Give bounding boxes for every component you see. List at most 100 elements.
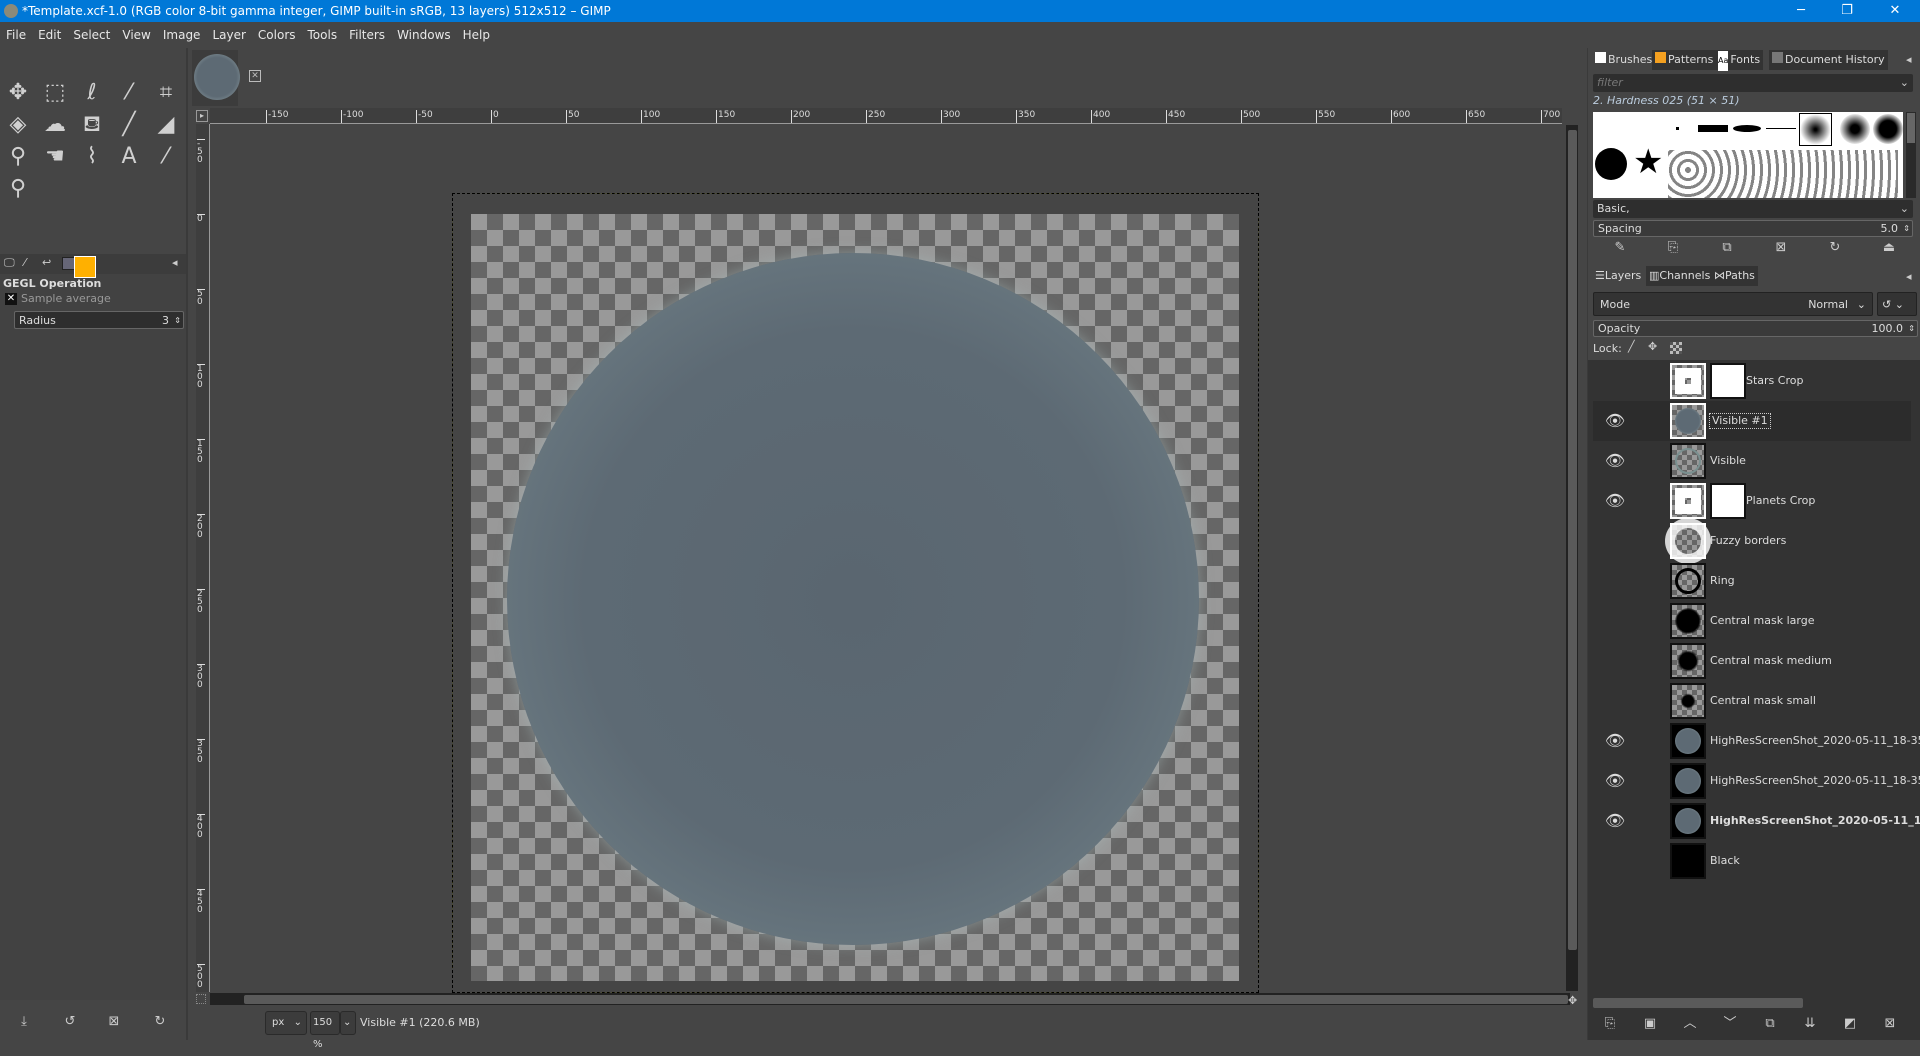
brush-ellipse[interactable]	[1733, 125, 1761, 132]
new-layer-group-icon[interactable]: ▣	[1638, 1014, 1662, 1034]
unit-select[interactable]: px ⌄	[265, 1011, 307, 1035]
layer-row[interactable]: Ring	[1593, 561, 1911, 601]
layer-row[interactable]: Black	[1593, 841, 1911, 881]
move-tool-icon[interactable]: ✥	[3, 78, 33, 108]
layer-row[interactable]: 👁 Visible #1	[1593, 401, 1911, 441]
bucket-fill-tool-icon[interactable]: ⛾	[77, 110, 107, 140]
tab-paths[interactable]: ⋈Paths	[1711, 266, 1758, 286]
layer-name[interactable]: Central mask small	[1710, 681, 1816, 721]
layer-thumbnail[interactable]	[1670, 403, 1706, 439]
layer-name[interactable]: HighResScreenShot_2020-05-11_18-	[1710, 801, 1920, 841]
tab-channels[interactable]: ▥Channels	[1646, 266, 1714, 286]
smudge-tool-icon[interactable]: ☚	[40, 142, 70, 172]
layer-name[interactable]: Central mask large	[1710, 601, 1814, 641]
radius-spinner[interactable]: Radius 3 ⇕	[14, 311, 184, 329]
tab-fonts[interactable]: Aa Fonts	[1715, 50, 1764, 71]
tab-brushes[interactable]: Brushes	[1592, 50, 1656, 70]
brush-filter-input[interactable]: filter ⌄	[1593, 74, 1913, 92]
menu-view[interactable]: View	[122, 28, 150, 42]
layer-name[interactable]: Stars Crop	[1746, 361, 1803, 401]
layer-row[interactable]: 👁 Visible	[1593, 441, 1911, 481]
composite-mode-select[interactable]: ↺ ⌄	[1877, 292, 1917, 316]
color-picker-tool-icon[interactable]: ⁄	[151, 142, 181, 172]
layer-thumbnail[interactable]	[1670, 523, 1706, 559]
layer-row[interactable]: 👁 Planets Crop	[1593, 481, 1911, 521]
menu-help[interactable]: Help	[463, 28, 490, 42]
transform-tool-icon[interactable]: ◈	[3, 110, 33, 140]
panel-menu-icon[interactable]: ◂	[1906, 270, 1912, 283]
menu-file[interactable]: File	[6, 28, 26, 42]
layer-mask-thumbnail[interactable]	[1710, 363, 1746, 399]
layer-name[interactable]: Visible	[1710, 441, 1746, 481]
delete-layer-icon[interactable]: ⊠	[1878, 1014, 1902, 1034]
close-icon[interactable]: ✕	[5, 293, 17, 305]
duplicate-brush-icon[interactable]: ⧉	[1715, 238, 1739, 258]
menu-filters[interactable]: Filters	[349, 28, 385, 42]
zoom-input[interactable]: 150 %	[310, 1011, 340, 1050]
close-button[interactable]: ✕	[1872, 0, 1918, 22]
foreground-color-swatch[interactable]	[74, 256, 96, 278]
panel-menu-icon[interactable]: ◂	[172, 256, 178, 269]
duplicate-layer-icon[interactable]: ⧉	[1758, 1014, 1782, 1034]
eye-icon[interactable]: 👁	[1603, 761, 1627, 801]
raise-layer-icon[interactable]: ︿	[1678, 1014, 1702, 1034]
undo-history-tab-icon[interactable]: ↩	[42, 256, 51, 269]
layer-name[interactable]: Ring	[1710, 561, 1735, 601]
paths-tool-icon[interactable]: ⌇	[77, 142, 107, 172]
layer-thumbnail[interactable]	[1670, 363, 1706, 399]
layer-thumbnail[interactable]	[1670, 843, 1706, 879]
eye-icon[interactable]: 👁	[1603, 801, 1627, 841]
layer-thumbnail[interactable]	[1670, 603, 1706, 639]
quick-mask-toggle[interactable]	[196, 994, 206, 1004]
layer-name[interactable]: Fuzzy borders	[1710, 521, 1786, 561]
brush-scrollbar[interactable]	[1906, 112, 1916, 198]
tab-patterns[interactable]: Patterns	[1652, 50, 1717, 70]
vertical-scroll-thumb[interactable]	[1568, 130, 1577, 950]
tool-options-tab-icon[interactable]: 🖵	[4, 256, 15, 270]
minimize-button[interactable]: ─	[1778, 0, 1824, 22]
refresh-brushes-icon[interactable]: ↻	[1823, 238, 1847, 258]
eye-icon[interactable]: 👁	[1603, 721, 1627, 761]
layer-name[interactable]: Planets Crop	[1746, 481, 1815, 521]
menu-layer[interactable]: Layer	[212, 28, 245, 42]
text-tool-icon[interactable]: A	[114, 142, 144, 172]
brush-block[interactable]	[1698, 125, 1728, 132]
eye-icon[interactable]: 👁	[1603, 401, 1627, 441]
zoom-dropdown[interactable]: ⌄	[340, 1011, 356, 1035]
layer-mode-select[interactable]: Mode Normal ⌄	[1593, 292, 1873, 316]
lasso-tool-icon[interactable]: ℓ	[77, 78, 107, 108]
vertical-ruler[interactable]: -50050100150200250300350400450500550	[196, 124, 210, 992]
new-layer-icon[interactable]: ⎘	[1598, 1014, 1622, 1034]
layer-mask-thumbnail[interactable]	[1710, 483, 1746, 519]
save-options-icon[interactable]: ⤓	[12, 1012, 36, 1032]
layer-row[interactable]: 👁 HighResScreenShot_2020-05-11_18-	[1593, 801, 1920, 841]
layer-name[interactable]: Central mask medium	[1710, 641, 1832, 681]
close-image-icon[interactable]: ✕	[249, 70, 261, 82]
layer-thumbnail[interactable]	[1670, 443, 1706, 479]
brush-tag-input[interactable]: Basic, ⌄	[1593, 200, 1913, 218]
layer-name[interactable]: HighResScreenShot_2020-05-11_18-35-56.	[1710, 761, 1920, 801]
lock-pixels-icon[interactable]: ╱	[1628, 340, 1635, 353]
layer-thumbnail[interactable]	[1670, 723, 1706, 759]
horizontal-scroll-thumb[interactable]	[244, 995, 1568, 1004]
new-brush-icon[interactable]: ⎘	[1661, 238, 1685, 258]
horizontal-ruler[interactable]: -150 -100 -50 0 50 100 150 200 250 300 350 400 450 50…	[210, 108, 1562, 124]
tab-document-history[interactable]: Document History	[1769, 50, 1888, 70]
device-status-tab-icon[interactable]: ⁄	[24, 256, 26, 269]
clone-tool-icon[interactable]: ⚲	[3, 142, 33, 172]
panel-menu-icon[interactable]: ◂	[1906, 53, 1912, 66]
layer-row[interactable]: Stars Crop	[1593, 361, 1911, 401]
zoom-tool-icon[interactable]: ⚲	[3, 174, 33, 204]
layer-row[interactable]: Central mask small	[1593, 681, 1911, 721]
layer-thumbnail[interactable]	[1670, 803, 1706, 839]
warp-tool-icon[interactable]: ☁	[40, 110, 70, 140]
restore-options-icon[interactable]: ↺	[58, 1012, 82, 1032]
menu-colors[interactable]: Colors	[258, 28, 296, 42]
layer-name[interactable]: HighResScreenShot_2020-05-11_18-35-56.	[1710, 721, 1920, 761]
quick-mask-menu-icon[interactable]: ▸	[196, 110, 208, 122]
spinner-arrows-icon[interactable]: ⇕	[174, 312, 181, 330]
brush-hardness-075[interactable]	[1873, 114, 1903, 144]
layer-thumbnail[interactable]	[1670, 643, 1706, 679]
menu-image[interactable]: Image	[163, 28, 201, 42]
layer-row[interactable]: 👁 HighResScreenShot_2020-05-11_18-35-56.	[1593, 761, 1920, 801]
